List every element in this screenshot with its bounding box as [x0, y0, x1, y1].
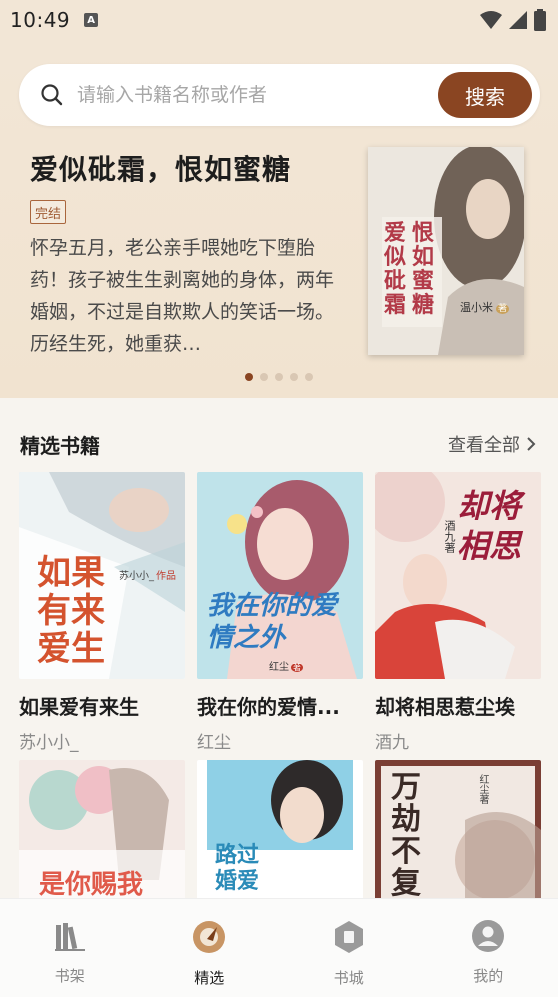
- banner-title[interactable]: 爱似砒霜，恨如蜜糖: [30, 148, 291, 188]
- search-bar[interactable]: 搜索: [19, 64, 540, 126]
- carousel-dot[interactable]: [290, 373, 298, 381]
- book-card[interactable]: 我在你的爱情之外 红尘著 我在你的爱情... 红尘: [197, 472, 363, 753]
- nav-label: 我的: [473, 967, 504, 985]
- cover-author: 温小米: [460, 301, 493, 314]
- book-title[interactable]: 却将相思惹尘埃: [375, 691, 541, 720]
- cover-title: 万劫不复你给的: [391, 770, 421, 901]
- view-all-label: 查看全部: [448, 435, 520, 456]
- status-time: 10:49: [10, 8, 71, 32]
- search-button[interactable]: 搜索: [438, 72, 532, 118]
- search-icon: [41, 84, 63, 106]
- cover-title: 如果有来爱生: [37, 553, 105, 669]
- cover-title: 是你赐我: [39, 870, 144, 900]
- nav-item-profile[interactable]: 我的: [419, 899, 558, 997]
- section-title: 精选书籍: [20, 434, 100, 458]
- nav-label: 精选: [194, 969, 225, 987]
- book-author: 酒九: [375, 733, 409, 753]
- cover-author: 苏小小_: [119, 571, 154, 582]
- nav-item-bookshelf[interactable]: 书架: [0, 899, 140, 997]
- book-card[interactable]: 却将相思 酒九著 却将相思惹尘埃 酒九: [375, 472, 541, 753]
- cover-author: 酒九: [443, 520, 456, 542]
- cover-author-suffix: 作品: [156, 571, 176, 582]
- book-card[interactable]: 是你赐我: [19, 760, 185, 900]
- book-cover[interactable]: 如果有来爱生 苏小小_ 作品: [19, 472, 185, 679]
- cover-author: 红尘: [269, 662, 289, 673]
- status-bar: 10:49 A: [0, 0, 558, 40]
- featured-icon: [193, 921, 226, 953]
- notification-icon: A: [84, 13, 99, 27]
- search-input[interactable]: [77, 64, 427, 126]
- carousel-dot[interactable]: [260, 373, 268, 381]
- signal-icon: [509, 11, 527, 29]
- book-author: 苏小小_: [19, 733, 79, 753]
- carousel-dot[interactable]: [305, 373, 313, 381]
- cover-author-suffix: 著: [291, 663, 303, 672]
- book-author: 红尘: [197, 733, 231, 753]
- banner-description[interactable]: 怀孕五月，老公亲手喂她吃下堕胎药！孩子被生生剥离她的身体，两年婚姻，不过是自欺欺…: [30, 232, 352, 360]
- book-card[interactable]: 万劫不复你给的 红尘著: [375, 760, 541, 900]
- cover-title: 路过婚爱: [215, 842, 260, 894]
- status-badge: 完结: [30, 200, 67, 224]
- book-title[interactable]: 我在你的爱情...: [197, 691, 363, 720]
- book-cover[interactable]: 是你赐我: [19, 760, 185, 900]
- bottom-navigation: 书架 精选 书城 我的: [0, 898, 558, 997]
- carousel-dot[interactable]: [245, 373, 253, 381]
- hero-section: 搜索 爱似砒霜，恨如蜜糖 完结 怀孕五月，老公亲手喂她吃下堕胎药！孩子被生生剥离…: [0, 40, 558, 398]
- book-cover[interactable]: 路过婚爱: [197, 760, 363, 900]
- bookshelf-icon: [54, 923, 85, 951]
- book-cover[interactable]: 我在你的爱情之外 红尘著: [197, 472, 363, 679]
- chevron-right-icon: [527, 437, 536, 451]
- nav-label: 书架: [54, 967, 85, 985]
- cover-author-suffix: 著: [477, 794, 488, 804]
- book-card[interactable]: 如果有来爱生 苏小小_ 作品 如果爱有来生 苏小小_: [19, 472, 185, 753]
- carousel-dot[interactable]: [275, 373, 283, 381]
- wifi-icon: [480, 11, 502, 29]
- nav-label: 书城: [333, 969, 364, 987]
- book-cover[interactable]: 万劫不复你给的 红尘著: [375, 760, 541, 900]
- cover-title: 我在你的爱情之外: [207, 591, 338, 653]
- view-all-link[interactable]: 查看全部: [448, 431, 536, 457]
- status-indicators: [480, 9, 546, 31]
- section-header: 精选书籍 查看全部: [0, 398, 558, 472]
- book-cover[interactable]: 却将相思 酒九著: [375, 472, 541, 679]
- cover-title: 却将相思: [457, 487, 522, 565]
- banner-book-cover[interactable]: 爱似砒霜 恨如蜜糖 温小米著: [368, 147, 524, 355]
- cover-author-suffix: 著: [443, 542, 456, 553]
- cover-author: 红尘: [477, 774, 488, 794]
- battery-icon: [534, 9, 546, 31]
- book-card[interactable]: 路过婚爱: [197, 760, 363, 900]
- book-title[interactable]: 如果爱有来生: [19, 691, 185, 720]
- nav-item-bookstore[interactable]: 书城: [279, 899, 419, 997]
- carousel-dots[interactable]: [0, 373, 558, 381]
- cover-author-suffix: 著: [496, 304, 510, 314]
- profile-icon: [472, 920, 505, 952]
- bookstore-icon: [334, 921, 363, 953]
- nav-item-featured[interactable]: 精选: [140, 899, 280, 997]
